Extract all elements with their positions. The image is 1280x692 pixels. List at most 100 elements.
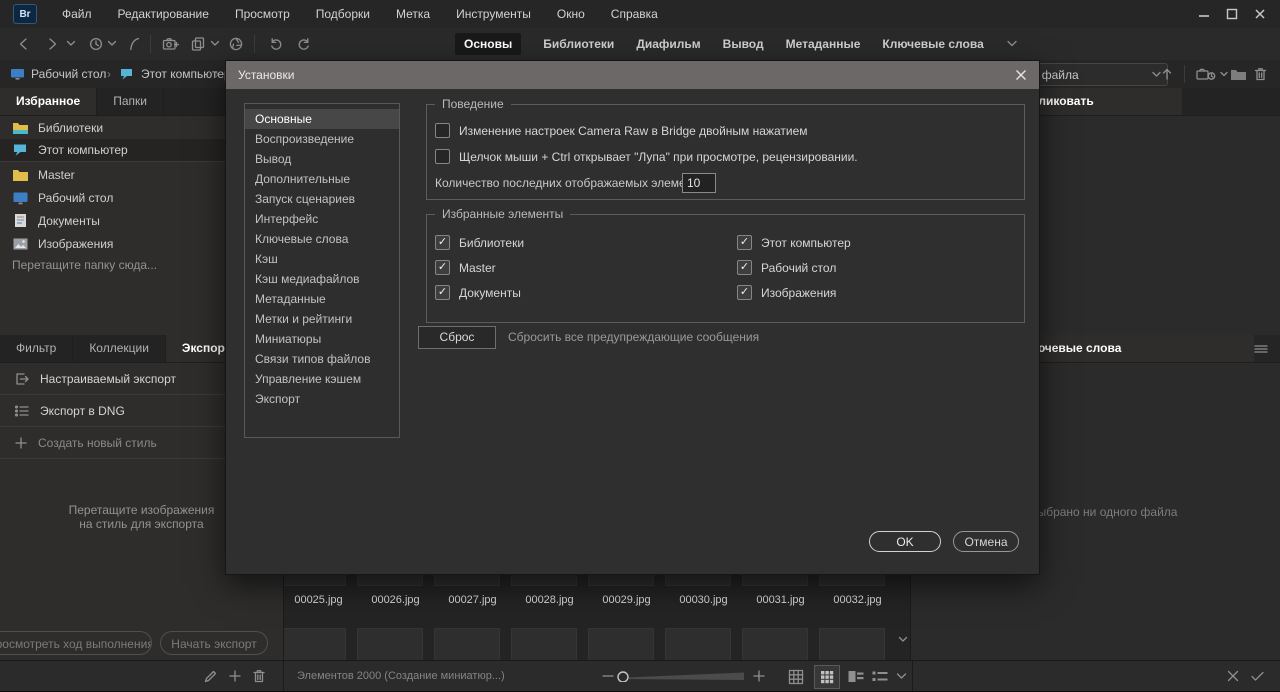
nav-item-cache-management[interactable]: Управление кэшем	[245, 369, 399, 389]
checkbox[interactable]	[435, 285, 450, 300]
minimize-icon[interactable]	[1190, 2, 1218, 26]
thumbnail-placeholder[interactable]	[511, 628, 577, 660]
menu-tools[interactable]: Инструменты	[443, 1, 544, 28]
fav-desktop-row[interactable]: Рабочий стол	[737, 260, 836, 275]
import-chevron-down-icon[interactable]	[1220, 71, 1228, 78]
forward-icon[interactable]	[44, 36, 60, 52]
view-progress-button[interactable]: Просмотреть ход выполнения	[0, 631, 152, 655]
file-label[interactable]: 00027.jpg	[434, 594, 511, 606]
nav-item-startup-scripts[interactable]: Запуск сценариев	[245, 189, 399, 209]
maximize-icon[interactable]	[1218, 2, 1246, 26]
delete-icon[interactable]	[1253, 66, 1268, 82]
file-label[interactable]: 00031.jpg	[742, 594, 819, 606]
recent-items-input[interactable]	[682, 173, 716, 193]
cancel-button[interactable]: Отмена	[953, 531, 1019, 552]
fav-documents-row[interactable]: Документы	[435, 285, 521, 300]
rotate-left-icon[interactable]	[268, 36, 284, 52]
thumbnail-placeholder[interactable]	[434, 628, 500, 660]
back-icon[interactable]	[16, 36, 32, 52]
rotate-right-icon[interactable]	[296, 36, 312, 52]
nav-item-thumbnails[interactable]: Миниатюры	[245, 329, 399, 349]
tab-keywords[interactable]: Ключевые слова	[882, 37, 983, 51]
tab-essentials[interactable]: Основы	[455, 33, 522, 55]
start-export-button[interactable]: Начать экспорт	[160, 631, 268, 655]
list-view-icon[interactable]	[872, 670, 888, 683]
nav-item-advanced[interactable]: Дополнительные	[245, 169, 399, 189]
nav-item-playback[interactable]: Воспроизведение	[245, 129, 399, 149]
checkbox[interactable]	[737, 285, 752, 300]
nav-item-file-types[interactable]: Связи типов файлов	[245, 349, 399, 369]
nav-item-keywords[interactable]: Ключевые слова	[245, 229, 399, 249]
recent-chevron-down-icon[interactable]	[107, 40, 117, 48]
approve-icon[interactable]	[1250, 669, 1265, 683]
workspace-chevron-down-icon[interactable]	[1006, 39, 1018, 49]
menu-edit[interactable]: Редактирование	[105, 1, 222, 28]
tab-output[interactable]: Вывод	[723, 37, 764, 51]
thumbnail-placeholder[interactable]	[819, 628, 885, 660]
fav-computer-row[interactable]: Этот компьютер	[737, 235, 851, 250]
camera-raw-checkbox-row[interactable]: Изменение настроек Camera Raw в Bridge д…	[435, 123, 808, 138]
tab-libraries[interactable]: Библиотеки	[543, 37, 614, 51]
refine-icon[interactable]	[190, 36, 206, 52]
file-label[interactable]: 00030.jpg	[665, 594, 742, 606]
reject-icon[interactable]	[1226, 669, 1240, 683]
tab-favorites[interactable]: Избранное	[0, 88, 98, 115]
checkbox[interactable]	[435, 260, 450, 275]
dialog-close-icon[interactable]	[1015, 69, 1027, 81]
tab-folders[interactable]: Папки	[97, 88, 164, 115]
menu-label[interactable]: Метка	[383, 1, 443, 28]
file-label[interactable]: 00025.jpg	[284, 594, 357, 606]
menu-view[interactable]: Просмотр	[222, 1, 303, 28]
add-preset-icon[interactable]	[228, 669, 242, 683]
file-label[interactable]: 00032.jpg	[819, 594, 896, 606]
nav-item-media-cache[interactable]: Кэш медиафайлов	[245, 269, 399, 289]
camera-raw-icon[interactable]	[228, 36, 244, 52]
thumbnail-placeholder[interactable]	[357, 628, 423, 660]
nav-item-interface[interactable]: Интерфейс	[245, 209, 399, 229]
tab-collections[interactable]: Коллекции	[73, 335, 166, 362]
reset-button[interactable]: Сброс	[418, 326, 496, 349]
tab-filmstrip[interactable]: Диафильм	[636, 37, 700, 51]
tab-filter[interactable]: Фильтр	[0, 335, 74, 362]
view-options-chevron-icon[interactable]	[896, 672, 907, 681]
grid-lock-view-icon[interactable]	[788, 669, 804, 685]
thumbnail-placeholder[interactable]	[284, 628, 346, 660]
thumbnail-view-icon[interactable]	[814, 665, 840, 689]
checkbox[interactable]	[435, 149, 450, 164]
thumbnail-size-slider[interactable]	[616, 670, 748, 682]
nav-item-general[interactable]: Основные	[245, 109, 399, 129]
fav-master-row[interactable]: Master	[435, 260, 496, 275]
sort-ascending-icon[interactable]	[1160, 66, 1174, 81]
fav-pictures-row[interactable]: Изображения	[737, 285, 836, 300]
panel-menu-icon[interactable]	[1254, 335, 1280, 362]
nav-item-output[interactable]: Вывод	[245, 149, 399, 169]
dialog-titlebar[interactable]: Установки	[226, 61, 1039, 89]
close-icon[interactable]	[1246, 2, 1274, 26]
file-label[interactable]: 00026.jpg	[357, 594, 434, 606]
boomerang-icon[interactable]	[126, 36, 142, 52]
recent-items-icon[interactable]	[88, 36, 104, 52]
scroll-down-icon[interactable]	[898, 636, 908, 644]
menu-file[interactable]: Файл	[49, 1, 105, 28]
camera-import-icon[interactable]	[162, 36, 180, 52]
menu-stacks[interactable]: Подборки	[303, 1, 383, 28]
import-from-camera-icon[interactable]	[1196, 67, 1216, 82]
file-label[interactable]: 00028.jpg	[511, 594, 588, 606]
ok-button[interactable]: OK	[869, 531, 941, 552]
checkbox[interactable]	[435, 235, 450, 250]
zoom-in-icon[interactable]	[752, 669, 766, 683]
zoom-out-icon[interactable]	[602, 669, 614, 683]
nav-item-cache[interactable]: Кэш	[245, 249, 399, 269]
loupe-checkbox-row[interactable]: Щелчок мыши + Ctrl открывает "Лупа" при …	[435, 149, 858, 164]
breadcrumb-desktop[interactable]: Рабочий стол	[31, 67, 106, 81]
edit-preset-icon[interactable]	[203, 669, 218, 684]
nav-item-labels[interactable]: Метки и рейтинги	[245, 309, 399, 329]
thumbnail-placeholder[interactable]	[742, 628, 808, 660]
menu-window[interactable]: Окно	[544, 1, 598, 28]
thumbnail-placeholder[interactable]	[588, 628, 654, 660]
new-folder-icon[interactable]	[1230, 67, 1247, 81]
fav-libraries-row[interactable]: Библиотеки	[435, 235, 524, 250]
nav-chevron-down-icon[interactable]	[66, 40, 76, 48]
delete-preset-icon[interactable]	[252, 668, 266, 684]
checkbox[interactable]	[737, 260, 752, 275]
